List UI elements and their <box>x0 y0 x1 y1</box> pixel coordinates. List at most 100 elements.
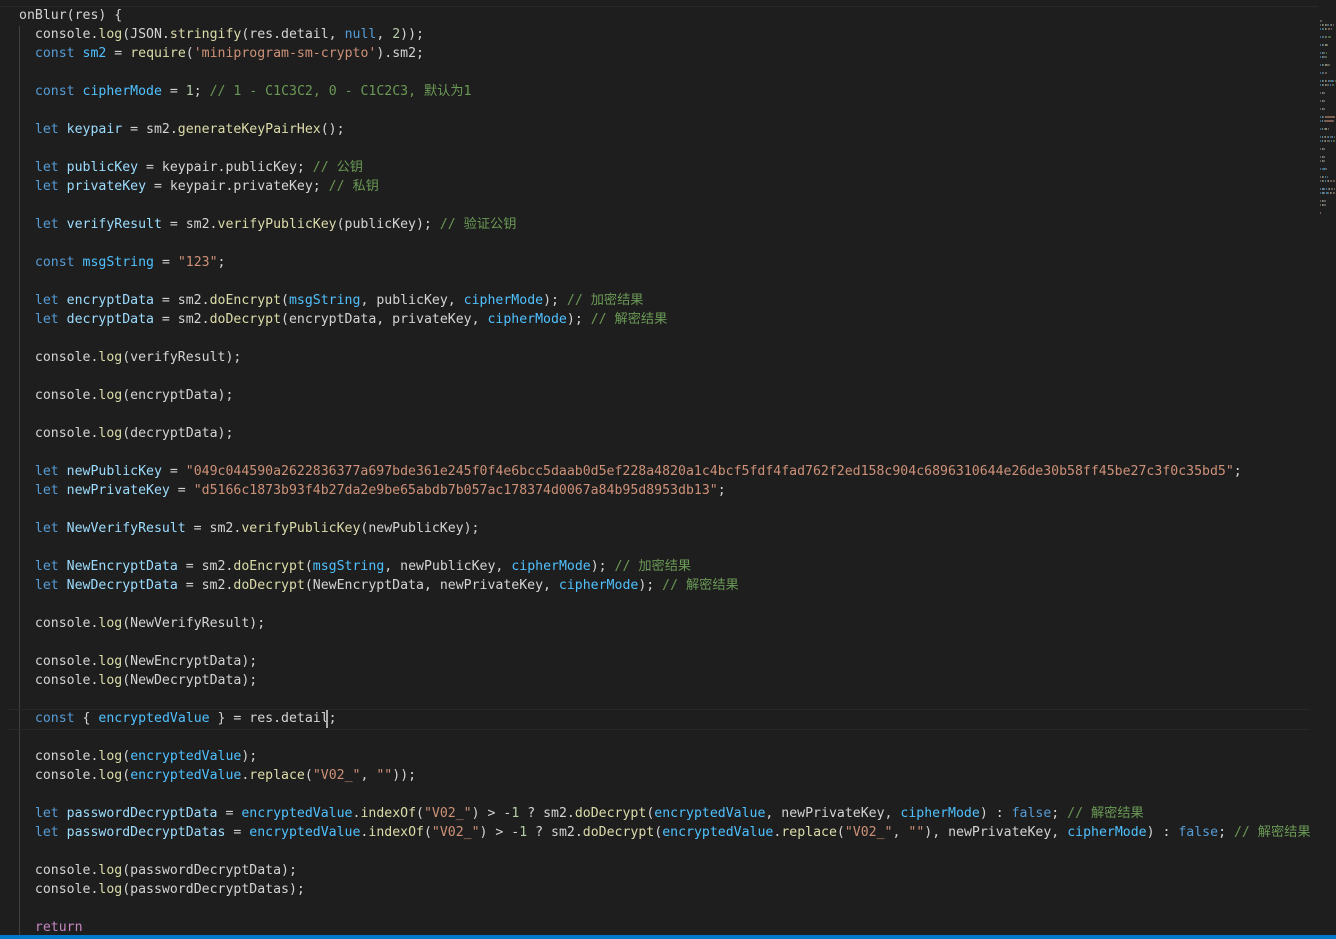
code-line[interactable]: let NewEncryptData = sm2.doEncrypt(msgSt… <box>19 557 691 576</box>
code-line[interactable]: console.log(verifyResult); <box>19 348 241 367</box>
code-token: encryptedValue <box>130 749 242 764</box>
code-token: encryptData <box>66 293 154 308</box>
code-line[interactable]: onBlur(res) { <box>19 6 122 25</box>
code-token: = <box>161 84 186 99</box>
code-token: = sm2. <box>161 217 218 232</box>
code-token: (); <box>320 122 345 137</box>
code-token: let <box>19 825 67 840</box>
code-line[interactable]: let publicKey = keypair.publicKey; // 公钥 <box>19 158 363 177</box>
code-token: = sm2. <box>122 122 178 137</box>
code-line[interactable]: let encryptData = sm2.doEncrypt(msgStrin… <box>19 291 644 310</box>
code-token: = <box>161 464 186 479</box>
code-token: encryptedValue <box>98 711 210 726</box>
code-token: ( <box>281 293 289 308</box>
minimap-mark <box>1325 52 1327 54</box>
code-line[interactable]: console.log(passwordDecryptData); <box>19 861 297 880</box>
code-token: (encryptData); <box>122 388 234 403</box>
code-token: console. <box>19 426 99 441</box>
code-token: ; <box>1233 464 1242 479</box>
code-line[interactable]: const cipherMode = 1; // 1 - C1C3C2, 0 -… <box>19 82 472 101</box>
code-line[interactable]: const { encryptedValue } = res.detail; <box>19 709 337 728</box>
code-token: console. <box>19 863 99 878</box>
code-line[interactable]: let passwordDecryptDatas = encryptedValu… <box>19 823 1311 842</box>
minimap-mark <box>1326 176 1328 178</box>
code-token: encryptedValue <box>662 825 774 840</box>
code-token: indexOf <box>360 806 417 821</box>
code-line[interactable]: const msgString = "123"; <box>19 253 226 272</box>
code-token: ( <box>304 768 313 783</box>
code-token: // 加密结果 <box>614 559 692 574</box>
code-line[interactable]: let decryptData = sm2.doDecrypt(encryptD… <box>19 310 667 329</box>
code-token: let <box>19 806 67 821</box>
code-token: ( <box>416 806 424 821</box>
code-token: // 解密结果 <box>1233 825 1311 840</box>
code-token: = keypair.privateKey; <box>146 179 329 194</box>
code-line[interactable]: let passwordDecryptData = encryptedValue… <box>19 804 1144 823</box>
code-token: , publicKey, <box>360 293 464 308</box>
code-token: ); <box>590 559 615 574</box>
code-token: console. <box>19 616 99 631</box>
code-token: passwordDecryptDatas <box>66 825 226 840</box>
code-token: // 解密结果 <box>1067 806 1144 821</box>
code-token: "V02_" <box>431 825 480 840</box>
code-line[interactable]: console.log(passwordDecryptDatas); <box>19 880 305 899</box>
code-token: (decryptData); <box>122 426 234 441</box>
minimap-mark <box>1324 116 1335 118</box>
code-token: = <box>106 46 131 61</box>
code-token: const <box>19 84 83 99</box>
code-line[interactable]: console.log(encryptedValue.replace("V02_… <box>19 766 416 785</box>
code-token: (publicKey); <box>336 217 440 232</box>
minimap-mark <box>1333 120 1335 122</box>
code-line[interactable]: console.log(NewDecryptData); <box>19 671 257 690</box>
code-line[interactable]: const sm2 = require('miniprogram-sm-cryp… <box>19 44 424 63</box>
code-token: doEncrypt <box>233 559 305 574</box>
code-token: (res.detail, <box>241 27 345 42</box>
code-token: ( <box>304 559 313 574</box>
code-line[interactable]: let privateKey = keypair.privateKey; // … <box>19 177 379 196</box>
code-token: ) > - <box>479 825 520 840</box>
code-line[interactable]: let verifyResult = sm2.verifyPublicKey(p… <box>19 215 517 234</box>
code-token: let <box>19 312 67 327</box>
code-line[interactable]: let newPublicKey = "049c044590a262283637… <box>19 462 1242 481</box>
code-line[interactable]: let NewVerifyResult = sm2.verifyPublicKe… <box>19 519 480 538</box>
code-token: encryptedValue <box>130 768 242 783</box>
code-token: { <box>82 711 99 726</box>
code-token: )); <box>400 27 424 42</box>
minimap-mark <box>1323 108 1325 110</box>
code-editor[interactable]: onBlur(res) { console.log(JSON.stringify… <box>0 0 1318 935</box>
code-token: = sm2. <box>177 559 234 574</box>
code-token: (NewEncryptData); <box>122 654 258 669</box>
minimap-mark <box>1325 120 1333 122</box>
code-token: // 私钥 <box>328 179 379 194</box>
code-token: ( <box>122 768 131 783</box>
minimap[interactable] <box>1318 0 1336 935</box>
minimap-mark <box>1325 168 1327 170</box>
code-line[interactable]: console.log(decryptData); <box>19 424 234 443</box>
code-token: // 解密结果 <box>590 312 668 327</box>
code-line[interactable]: let keypair = sm2.generateKeyPairHex(); <box>19 120 345 139</box>
code-line[interactable]: let NewDecryptData = sm2.doDecrypt(NewEn… <box>19 576 739 595</box>
code-token: msgString <box>82 255 154 270</box>
code-token: = <box>154 255 178 270</box>
code-token: let <box>19 122 67 137</box>
code-line[interactable]: console.log(encryptData); <box>19 386 234 405</box>
code-token: ) > - <box>471 806 512 821</box>
code-token: // 1 - C1C3C2, 0 - C1C2C3, 默认为1 <box>209 84 472 99</box>
code-token: log <box>98 388 123 403</box>
code-token: let <box>19 217 67 232</box>
code-token: "V02_" <box>312 768 361 783</box>
code-token: ; <box>717 483 726 498</box>
code-line[interactable]: let newPrivateKey = "d5166c1873b93f4b27d… <box>19 481 726 500</box>
code-token: = <box>169 483 194 498</box>
code-line[interactable]: console.log(JSON.stringify(res.detail, n… <box>19 25 424 44</box>
code-line[interactable]: console.log(NewEncryptData); <box>19 652 257 671</box>
code-line[interactable]: console.log(encryptedValue); <box>19 747 257 766</box>
code-token: passwordDecryptData <box>66 806 218 821</box>
minimap-mark <box>1323 204 1326 206</box>
code-token: generateKeyPairHex <box>177 122 321 137</box>
code-token: sm2 <box>82 46 107 61</box>
minimap-mark <box>1320 20 1322 22</box>
code-token: ), newPrivateKey, <box>924 825 1068 840</box>
minimap-mark <box>1323 100 1325 102</box>
code-line[interactable]: console.log(NewVerifyResult); <box>19 614 265 633</box>
